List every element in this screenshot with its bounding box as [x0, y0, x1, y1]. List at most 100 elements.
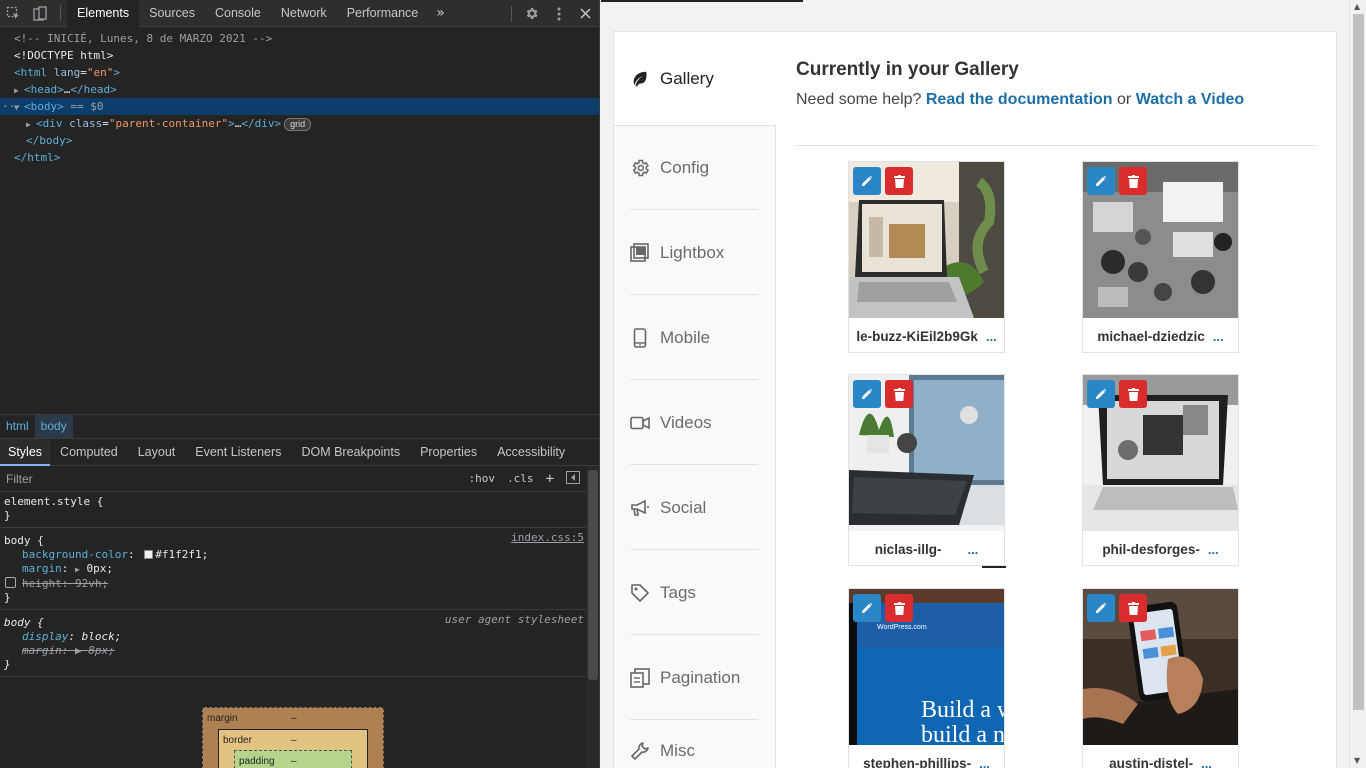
expand-arrow-icon[interactable]: ▶	[26, 116, 36, 133]
sidebar-item-pagination[interactable]: Pagination	[614, 635, 776, 720]
more-dots-icon[interactable]: ···	[2, 98, 22, 115]
sidebar-item-social[interactable]: Social	[614, 465, 776, 550]
tab-computed[interactable]: Computed	[50, 439, 128, 466]
dom-body-selected[interactable]: ··· ▼ <body> == $0	[0, 98, 599, 115]
new-rule-button[interactable]: +	[540, 471, 560, 487]
prop-height-disabled[interactable]: height: 92vh;	[4, 577, 582, 591]
tab-network[interactable]: Network	[271, 0, 337, 27]
class-toggle-button[interactable]: .cls	[501, 472, 540, 485]
gallery-tile[interactable]: le-buzz-KiEil2b9Gk ...	[848, 161, 1005, 353]
scroll-down-arrow-icon[interactable]: ▼	[1354, 756, 1360, 765]
tile-more-button[interactable]: ...	[1201, 756, 1212, 768]
dom-div-parent-container[interactable]: ▶ <div class="parent-container">…</div> gr…	[0, 115, 599, 132]
read-documentation-link[interactable]: Read the documentation	[926, 91, 1113, 108]
wp-headline-line2: build a n	[921, 722, 1004, 745]
tag-icon	[630, 583, 650, 603]
inspect-element-icon[interactable]	[0, 0, 27, 27]
gallery-tile[interactable]: austin-distel- ...	[1082, 588, 1239, 768]
dom-comment[interactable]: <!-- INICIÉ, Lunes, 8 de MARZO 2021 -->	[0, 30, 599, 47]
prop-background-color[interactable]: background-color: #f1f2f1;	[4, 548, 582, 562]
device-toggle-icon[interactable]	[27, 0, 54, 27]
tab-console[interactable]: Console	[205, 0, 271, 27]
edit-button[interactable]	[853, 380, 881, 408]
gallery-tile[interactable]: michael-dziedzic ...	[1082, 161, 1239, 353]
tab-dom-breakpoints[interactable]: DOM Breakpoints	[291, 439, 410, 466]
prop-margin[interactable]: margin: ▶ 0px;	[4, 562, 582, 577]
breadcrumb-body[interactable]: body	[34, 414, 73, 439]
tile-more-button[interactable]: ...	[986, 329, 997, 344]
delete-button[interactable]	[885, 167, 913, 195]
rule-body[interactable]: index.css:5 body { background-color: #f1…	[0, 528, 586, 610]
prop-margin-overridden[interactable]: margin: ▶ 8px;	[4, 644, 582, 658]
expand-arrow-icon[interactable]: ▶	[14, 82, 24, 99]
grid-badge[interactable]: grid	[284, 118, 312, 131]
tile-more-button[interactable]: ...	[1213, 329, 1224, 344]
gallery-tile[interactable]: niclas-illg- ...	[848, 374, 1006, 568]
rule-element-style[interactable]: element.style { }	[0, 492, 586, 528]
breadcrumb-html[interactable]: html	[0, 415, 35, 439]
gallery-tile[interactable]: WordPress.com Build a w build a n stephe…	[848, 588, 1005, 768]
kebab-menu-icon[interactable]	[545, 0, 572, 27]
dom-body-close[interactable]: </body>	[0, 132, 599, 149]
dom-html-close[interactable]: </html>	[0, 149, 599, 166]
sidebar-item-label: Gallery	[660, 68, 714, 88]
prop-display[interactable]: display: block;	[4, 630, 582, 644]
styles-filter-input[interactable]	[0, 467, 463, 490]
tab-layout[interactable]: Layout	[128, 439, 186, 466]
tab-styles[interactable]: Styles	[0, 438, 51, 466]
wrench-icon	[630, 741, 650, 761]
sidebar-item-label: Pagination	[660, 667, 741, 687]
tab-properties[interactable]: Properties	[410, 439, 487, 466]
gallery-tile[interactable]: phil-desforges- ...	[1082, 374, 1239, 566]
edit-button[interactable]	[1087, 167, 1115, 195]
tab-sources[interactable]: Sources	[139, 0, 205, 27]
delete-button[interactable]	[885, 380, 913, 408]
watch-video-link[interactable]: Watch a Video	[1136, 91, 1244, 108]
sidebar-item-gallery[interactable]: Gallery	[614, 32, 776, 126]
dom-doctype[interactable]: <!DOCTYPE html>	[0, 47, 599, 64]
dom-html-open[interactable]: <html lang="en">	[0, 64, 599, 81]
toggle-sidebar-icon[interactable]	[560, 470, 586, 487]
styles-scrollbar-thumb[interactable]	[588, 470, 598, 680]
tab-accessibility[interactable]: Accessibility	[487, 439, 575, 466]
scroll-up-arrow-icon[interactable]: ▲	[1354, 2, 1360, 11]
dom-head[interactable]: ▶ <head>…</head>	[0, 81, 599, 98]
tab-elements[interactable]: Elements	[67, 0, 140, 27]
delete-button[interactable]	[1119, 380, 1147, 408]
tile-caption: phil-desforges- ...	[1102, 541, 1219, 557]
sidebar-item-tags[interactable]: Tags	[614, 550, 776, 635]
source-link[interactable]: index.css:5	[511, 531, 584, 545]
help-text: Need some help? Read the documentation o…	[796, 91, 1245, 108]
sidebar-item-lightbox[interactable]: Lightbox	[614, 210, 776, 295]
rule-user-agent-body[interactable]: user agent stylesheet body { display: bl…	[0, 610, 586, 677]
sidebar-item-misc[interactable]: Misc	[614, 720, 776, 768]
dom-tree: <!-- INICIÉ, Lunes, 8 de MARZO 2021 --> …	[0, 27, 599, 412]
sidebar-item-mobile[interactable]: Mobile	[614, 295, 776, 380]
tile-more-button[interactable]: ...	[979, 756, 990, 768]
edit-button[interactable]	[1087, 380, 1115, 408]
tab-performance[interactable]: Performance	[337, 0, 429, 27]
hover-state-button[interactable]: :hov	[463, 472, 502, 485]
devtools-toolbar: Elements Sources Console Network Perform…	[0, 0, 599, 27]
settings-gear-icon[interactable]	[518, 0, 545, 27]
edit-button[interactable]	[853, 167, 881, 195]
property-checkbox[interactable]	[5, 577, 16, 588]
edit-button[interactable]	[853, 594, 881, 622]
leaf-icon	[630, 69, 650, 89]
delete-button[interactable]	[1119, 594, 1147, 622]
close-icon[interactable]	[572, 0, 599, 27]
tab-event-listeners[interactable]: Event Listeners	[185, 439, 291, 466]
sidebar-item-label: Config	[660, 158, 710, 177]
more-tabs-icon[interactable]: »	[428, 5, 453, 21]
page-scrollbar-thumb[interactable]	[1353, 14, 1364, 710]
sidebar-item-config[interactable]: Config	[614, 126, 776, 210]
delete-button[interactable]	[1119, 167, 1147, 195]
tile-more-button[interactable]: ...	[967, 542, 978, 557]
gallery-settings-card: Gallery Config Lightbox Mobile Videos So…	[613, 31, 1337, 768]
page-scrollbar[interactable]: ▲ ▼	[1349, 0, 1366, 768]
edit-button[interactable]	[1087, 594, 1115, 622]
delete-button[interactable]	[885, 594, 913, 622]
color-swatch[interactable]	[144, 550, 154, 559]
sidebar-item-videos[interactable]: Videos	[614, 380, 776, 465]
tile-more-button[interactable]: ...	[1208, 542, 1219, 557]
